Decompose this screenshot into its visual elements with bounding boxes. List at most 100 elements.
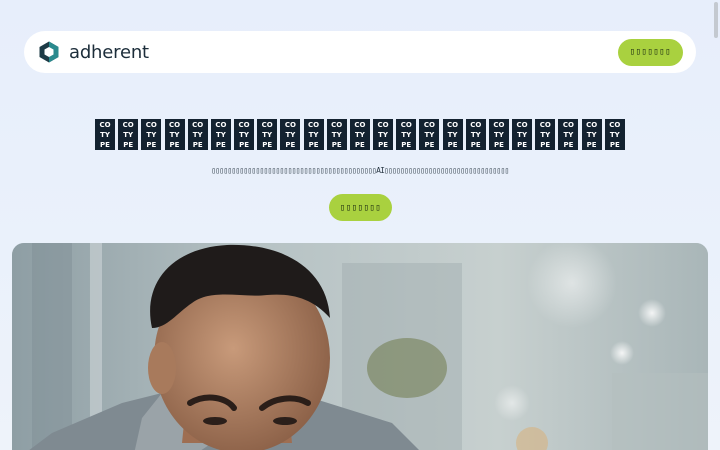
headline-glyph-text: PE bbox=[517, 141, 528, 149]
page-scrollbar[interactable] bbox=[714, 2, 718, 38]
hero-cta-button[interactable]: ▯▯▯▯▯▯▯ bbox=[329, 194, 392, 221]
headline-glyph-text: CO bbox=[470, 121, 482, 129]
headline-glyph-text: PE bbox=[354, 141, 365, 149]
headline-glyph: CO TY PE bbox=[558, 119, 579, 150]
headline-glyph-text: TY bbox=[215, 131, 226, 139]
headline-glyph-text: CO bbox=[331, 121, 343, 129]
headline-glyph-text: TY bbox=[470, 131, 481, 139]
adherent-logo-icon bbox=[39, 41, 59, 63]
headline-glyph-text: PE bbox=[493, 141, 504, 149]
headline-glyph: CO TY PE bbox=[465, 119, 486, 150]
headline-glyph-text: TY bbox=[401, 131, 412, 139]
headline-glyph-text: PE bbox=[308, 141, 319, 149]
headline-glyph-text: CO bbox=[261, 121, 273, 129]
headline-glyph: CO TY PE bbox=[512, 119, 533, 150]
headline-glyph-text: TY bbox=[192, 131, 203, 139]
headline-glyph-text: PE bbox=[540, 141, 551, 149]
headline-glyph-text: PE bbox=[586, 141, 597, 149]
headline-glyph-text: PE bbox=[169, 141, 180, 149]
headline-glyph-text: TY bbox=[354, 131, 365, 139]
headline-glyph: CO TY PE bbox=[164, 119, 185, 150]
headline-glyph-text: PE bbox=[563, 141, 574, 149]
hero-headline: CO TY PE CO TY PE CO TY PE CO TY PE CO TY PE CO TY PE CO TY… bbox=[95, 119, 625, 150]
headline-glyph: CO TY PE bbox=[234, 119, 255, 150]
headline-glyph-text: TY bbox=[540, 131, 551, 139]
headline-glyph: CO TY PE bbox=[373, 119, 394, 150]
headline-glyph-text: CO bbox=[609, 121, 621, 129]
headline-glyph-text: PE bbox=[378, 141, 389, 149]
headline-glyph-text: TY bbox=[146, 131, 157, 139]
headline-glyph-text: PE bbox=[262, 141, 273, 149]
person-photo-icon bbox=[12, 243, 708, 450]
headline-glyph-text: TY bbox=[609, 131, 620, 139]
headline-glyph: CO TY PE bbox=[349, 119, 370, 150]
hero-subheadline: ▯▯▯▯▯▯▯▯▯▯▯▯▯▯▯▯▯▯▯▯▯▯▯▯▯▯▯▯▯▯▯▯▯▯▯▯▯▯▯▯… bbox=[211, 166, 509, 175]
headline-glyph: CO TY PE bbox=[326, 119, 347, 150]
headline-glyph-text: PE bbox=[470, 141, 481, 149]
headline-glyph-text: PE bbox=[424, 141, 435, 149]
headline-glyph-text: TY bbox=[494, 131, 504, 139]
headline-glyph: CO TY PE bbox=[581, 119, 602, 150]
headline-glyph-text: CO bbox=[377, 121, 389, 129]
headline-glyph-text: TY bbox=[123, 131, 134, 139]
headline-glyph-text: TY bbox=[586, 131, 597, 139]
headline-glyph-text: CO bbox=[354, 121, 366, 129]
headline-glyph-text: CO bbox=[192, 121, 204, 129]
headline-glyph-text: CO bbox=[423, 121, 435, 129]
headline-glyph-text: PE bbox=[192, 141, 203, 149]
headline-glyph: CO TY PE bbox=[187, 119, 208, 150]
headline-glyph-text: CO bbox=[447, 121, 459, 129]
headline-glyph-text: CO bbox=[284, 121, 296, 129]
headline-glyph-text: PE bbox=[609, 141, 620, 149]
headline-glyph-text: PE bbox=[239, 141, 249, 149]
headline-glyph-text: CO bbox=[400, 121, 412, 129]
brand-logo-link[interactable]: adherent bbox=[37, 40, 149, 64]
header-cta-button[interactable]: ▯▯▯▯▯▯▯ bbox=[617, 38, 683, 66]
headline-glyph: CO TY PE bbox=[280, 119, 301, 150]
headline-glyph: CO TY PE bbox=[442, 119, 463, 150]
headline-glyph: CO TY PE bbox=[535, 119, 556, 150]
headline-glyph-text: CO bbox=[516, 121, 528, 129]
headline-glyph-text: TY bbox=[447, 131, 458, 139]
headline-glyph-text: PE bbox=[331, 141, 342, 149]
hero-photo bbox=[12, 243, 708, 450]
headline-glyph: CO TY PE bbox=[396, 119, 417, 150]
headline-glyph-text: TY bbox=[563, 131, 574, 139]
headline-glyph-text: TY bbox=[285, 131, 296, 139]
headline-glyph-text: CO bbox=[308, 121, 320, 129]
headline-glyph: CO TY PE bbox=[303, 119, 324, 150]
headline-glyph-text: PE bbox=[146, 141, 157, 149]
headline-glyph-text: CO bbox=[168, 121, 181, 129]
top-navigation-bar: adherent ▯▯▯▯▯▯▯ bbox=[24, 31, 696, 73]
headline-glyph-text: TY bbox=[331, 131, 342, 139]
brand-name: adherent bbox=[69, 41, 149, 63]
headline-glyph-text: CO bbox=[215, 121, 227, 129]
headline-glyph: CO TY PE bbox=[488, 119, 509, 150]
headline-glyph: CO TY PE bbox=[95, 119, 115, 150]
headline-glyph: CO TY PE bbox=[141, 119, 162, 150]
headline-glyph-text: TY bbox=[517, 131, 528, 139]
headline-glyph-text: PE bbox=[100, 141, 110, 149]
headline-glyph-text: CO bbox=[99, 121, 111, 129]
headline-glyph-text: TY bbox=[424, 131, 435, 139]
headline-glyph-text: CO bbox=[539, 121, 551, 129]
headline-glyph-text: PE bbox=[123, 141, 134, 149]
headline-glyph-text: CO bbox=[145, 121, 157, 129]
headline-glyph-text: CO bbox=[562, 121, 574, 129]
headline-glyph: CO TY PE bbox=[604, 119, 625, 150]
headline-glyph-text: TY bbox=[378, 131, 388, 139]
headline-glyph-text: PE bbox=[401, 141, 412, 149]
headline-glyph-text: TY bbox=[239, 131, 249, 139]
headline-glyph-text: TY bbox=[262, 131, 273, 139]
headline-glyph-text: TY bbox=[308, 131, 319, 139]
headline-glyph: CO TY PE bbox=[210, 119, 231, 150]
headline-glyph-text: CO bbox=[493, 121, 505, 129]
headline-glyph-text: PE bbox=[447, 141, 458, 149]
headline-glyph-text: PE bbox=[285, 141, 296, 149]
headline-glyph-text: TY bbox=[100, 131, 110, 139]
headline-glyph-text: TY bbox=[169, 131, 180, 139]
headline-glyph: CO TY PE bbox=[419, 119, 440, 150]
headline-glyph: CO TY PE bbox=[257, 119, 278, 150]
headline-glyph-text: CO bbox=[122, 121, 134, 129]
headline-glyph: CO TY PE bbox=[118, 119, 139, 150]
